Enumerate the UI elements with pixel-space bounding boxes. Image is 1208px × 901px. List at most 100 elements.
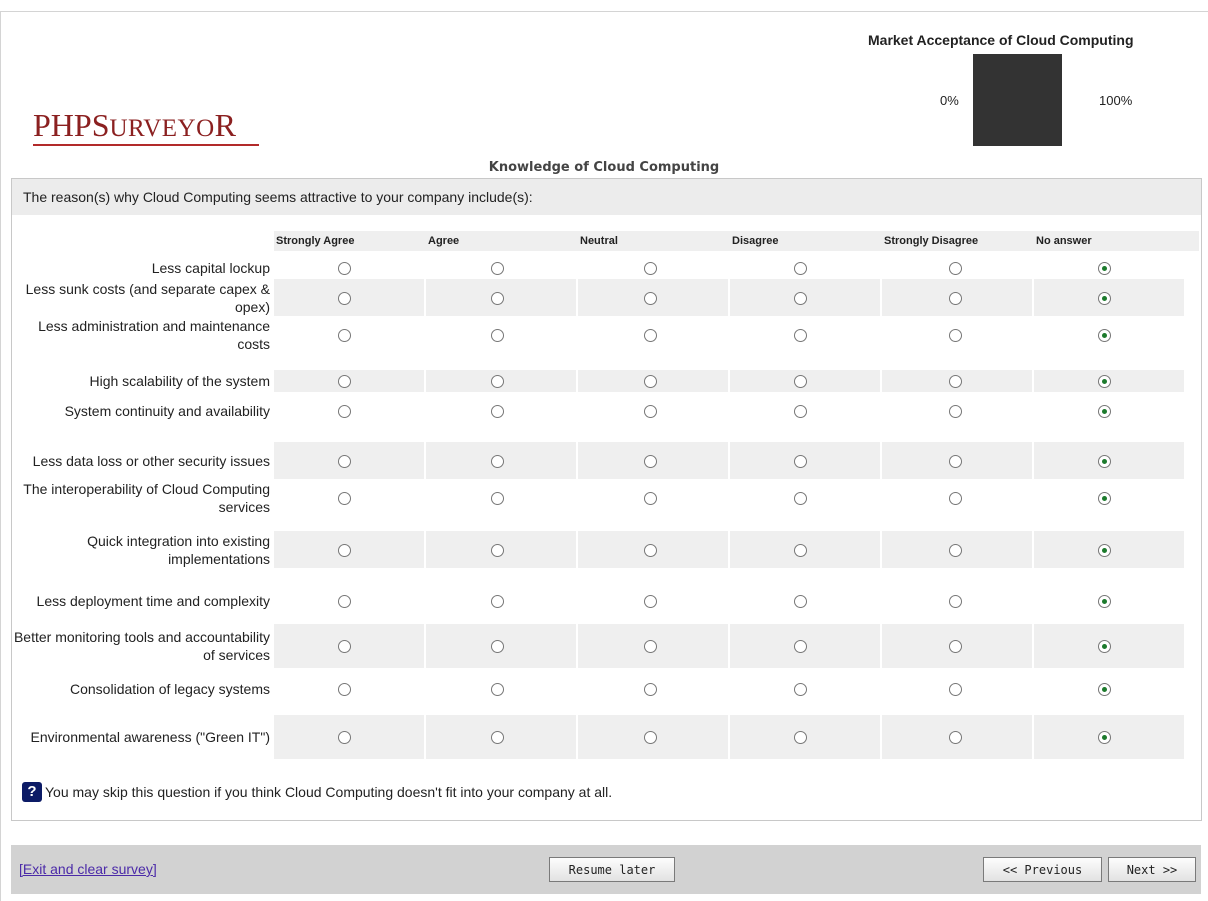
row-label: Less data loss or other security issues — [32, 452, 270, 469]
radio-neutral[interactable] — [644, 375, 657, 388]
radio-strongly-disagree[interactable] — [949, 544, 962, 557]
radio-neutral[interactable] — [644, 262, 657, 275]
radio-no-answer[interactable] — [1098, 683, 1111, 696]
radio-disagree[interactable] — [794, 262, 807, 275]
radio-neutral[interactable] — [644, 683, 657, 696]
radio-neutral[interactable] — [644, 731, 657, 744]
page-frame-top — [0, 11, 1208, 12]
radio-strongly-disagree[interactable] — [949, 595, 962, 608]
radio-agree[interactable] — [491, 292, 504, 305]
column-header: Disagree — [732, 235, 779, 247]
radio-strongly-disagree[interactable] — [949, 375, 962, 388]
radio-agree[interactable] — [491, 405, 504, 418]
radio-strongly-agree[interactable] — [338, 455, 351, 468]
row-label: The interoperability of Cloud Computing … — [23, 480, 270, 515]
answer-row: Consolidation of legacy systems — [12, 670, 1200, 707]
radio-no-answer[interactable] — [1098, 292, 1111, 305]
radio-strongly-agree[interactable] — [338, 492, 351, 505]
radio-no-answer[interactable] — [1098, 329, 1111, 342]
radio-disagree[interactable] — [794, 731, 807, 744]
column-header: Strongly Disagree — [884, 235, 979, 247]
radio-disagree[interactable] — [794, 492, 807, 505]
radio-no-answer[interactable] — [1098, 731, 1111, 744]
radio-strongly-agree[interactable] — [338, 329, 351, 342]
row-label: Less deployment time and complexity — [36, 592, 270, 609]
radio-agree[interactable] — [491, 455, 504, 468]
next-button[interactable]: Next >> — [1108, 857, 1196, 882]
logo-part: PHP — [33, 107, 92, 143]
radio-neutral[interactable] — [644, 544, 657, 557]
radio-strongly-agree[interactable] — [338, 544, 351, 557]
help-text: You may skip this question if you think … — [45, 784, 613, 800]
row-label: System continuity and availability — [64, 402, 270, 419]
radio-strongly-disagree[interactable] — [949, 731, 962, 744]
radio-neutral[interactable] — [644, 329, 657, 342]
radio-neutral[interactable] — [644, 640, 657, 653]
radio-disagree[interactable] — [794, 292, 807, 305]
radio-strongly-agree[interactable] — [338, 640, 351, 653]
radio-neutral[interactable] — [644, 405, 657, 418]
radio-strongly-disagree[interactable] — [949, 455, 962, 468]
radio-agree[interactable] — [491, 375, 504, 388]
answer-row: The interoperability of Cloud Computing … — [12, 479, 1200, 516]
row-label: Less capital lockup — [151, 260, 270, 276]
column-header: Neutral — [580, 235, 618, 247]
radio-disagree[interactable] — [794, 329, 807, 342]
radio-no-answer[interactable] — [1098, 375, 1111, 388]
exit-and-clear-link[interactable]: [Exit and clear survey] — [19, 861, 157, 877]
radio-neutral[interactable] — [644, 492, 657, 505]
radio-strongly-disagree[interactable] — [949, 292, 962, 305]
radio-strongly-agree[interactable] — [338, 731, 351, 744]
radio-strongly-disagree[interactable] — [949, 683, 962, 696]
radio-agree[interactable] — [491, 544, 504, 557]
radio-strongly-agree[interactable] — [338, 292, 351, 305]
radio-agree[interactable] — [491, 329, 504, 342]
radio-strongly-disagree[interactable] — [949, 640, 962, 653]
radio-neutral[interactable] — [644, 455, 657, 468]
radio-no-answer[interactable] — [1098, 455, 1111, 468]
radio-strongly-agree[interactable] — [338, 595, 351, 608]
radio-agree[interactable] — [491, 262, 504, 275]
radio-agree[interactable] — [491, 731, 504, 744]
radio-no-answer[interactable] — [1098, 640, 1111, 653]
radio-disagree[interactable] — [794, 405, 807, 418]
answer-row: System continuity and availability — [12, 392, 1200, 429]
question-text: The reason(s) why Cloud Computing seems … — [12, 179, 1201, 215]
radio-no-answer[interactable] — [1098, 595, 1111, 608]
radio-agree[interactable] — [491, 683, 504, 696]
radio-agree[interactable] — [491, 492, 504, 505]
radio-strongly-agree[interactable] — [338, 262, 351, 275]
radio-no-answer[interactable] — [1098, 544, 1111, 557]
resume-later-button[interactable]: Resume later — [549, 857, 675, 882]
radio-strongly-agree[interactable] — [338, 683, 351, 696]
radio-neutral[interactable] — [644, 292, 657, 305]
radio-neutral[interactable] — [644, 595, 657, 608]
question-box: The reason(s) why Cloud Computing seems … — [11, 178, 1202, 821]
radio-strongly-disagree[interactable] — [949, 405, 962, 418]
answer-row: Less sunk costs (and separate capex & op… — [12, 279, 1200, 316]
radio-strongly-agree[interactable] — [338, 375, 351, 388]
answer-row: Less capital lockup — [12, 258, 1200, 278]
answer-row: Better monitoring tools and accountabili… — [12, 624, 1200, 668]
radio-no-answer[interactable] — [1098, 492, 1111, 505]
radio-agree[interactable] — [491, 595, 504, 608]
column-header: Strongly Agree — [276, 235, 355, 247]
radio-disagree[interactable] — [794, 455, 807, 468]
radio-disagree[interactable] — [794, 595, 807, 608]
radio-no-answer[interactable] — [1098, 405, 1111, 418]
radio-no-answer[interactable] — [1098, 262, 1111, 275]
radio-disagree[interactable] — [794, 640, 807, 653]
radio-agree[interactable] — [491, 640, 504, 653]
radio-disagree[interactable] — [794, 544, 807, 557]
radio-strongly-agree[interactable] — [338, 405, 351, 418]
radio-disagree[interactable] — [794, 683, 807, 696]
radio-strongly-disagree[interactable] — [949, 492, 962, 505]
radio-disagree[interactable] — [794, 375, 807, 388]
answer-row: High scalability of the system — [12, 370, 1200, 392]
phpsurveyor-logo: PHPSURVEYOR — [33, 109, 236, 141]
radio-strongly-disagree[interactable] — [949, 262, 962, 275]
answer-row: Quick integration into existing implemen… — [12, 531, 1200, 568]
navigation-bar: [Exit and clear survey] Resume later << … — [11, 845, 1201, 894]
radio-strongly-disagree[interactable] — [949, 329, 962, 342]
previous-button[interactable]: << Previous — [983, 857, 1102, 882]
